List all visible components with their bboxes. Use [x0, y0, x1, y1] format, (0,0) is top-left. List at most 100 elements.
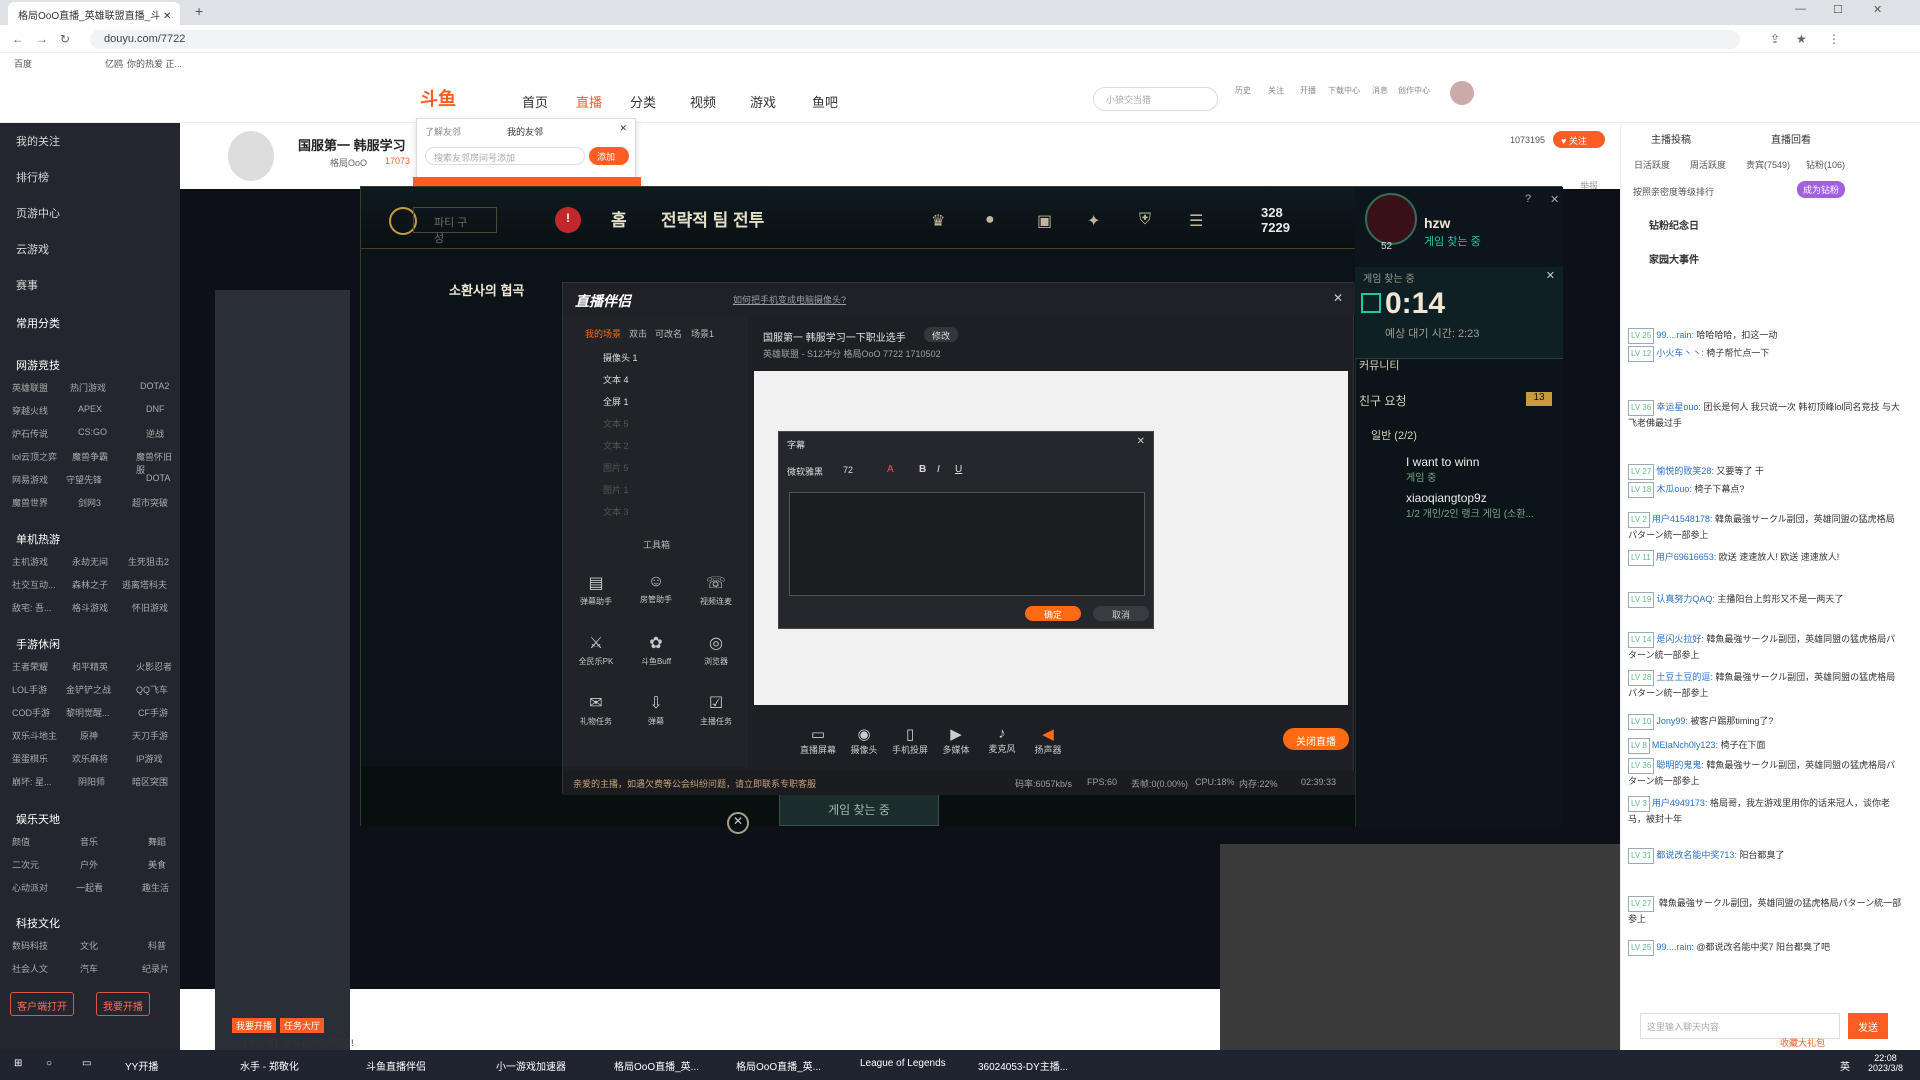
profile-avatar[interactable]	[1365, 193, 1417, 245]
chat-username[interactable]: MEIaNch0ly123:	[1652, 740, 1718, 750]
chat-top-link[interactable]: 主播投稿	[1651, 131, 1691, 146]
confirm-button[interactable]: 确定	[1025, 606, 1081, 621]
browser-tab[interactable]: 格局OoO直播_英雄联盟直播_斗 ✕	[8, 2, 180, 25]
help-icon[interactable]: ?	[1525, 193, 1531, 205]
sidebar-game[interactable]: 科普	[148, 939, 166, 952]
collection-icon[interactable]: ▣	[1037, 211, 1052, 231]
close-icon[interactable]: ✕	[1137, 436, 1145, 447]
taskbar-app[interactable]: 36024053-DY主播...	[978, 1058, 1068, 1073]
sidebar-game[interactable]: 格斗游戏	[72, 601, 108, 614]
sidebar-game[interactable]: 二次元	[12, 858, 39, 871]
sidebar-game[interactable]: 英雄联盟	[12, 381, 48, 394]
sidebar-game[interactable]: 纪录片	[142, 962, 169, 975]
sidebar-game[interactable]: COD手游	[12, 706, 50, 719]
sidebar-game[interactable]: QQ飞车	[136, 683, 168, 696]
chat-username[interactable]: 99....rain:	[1656, 942, 1694, 952]
sidebar-game[interactable]: 魔兽争霸	[72, 450, 108, 463]
sidebar-game[interactable]: 超市突破	[132, 496, 168, 509]
sidebar-game[interactable]: 一起看	[76, 881, 103, 894]
sidebar-game[interactable]: 炉石传说	[12, 427, 48, 440]
sidebar-game[interactable]: 心动派对	[12, 881, 48, 894]
sidebar-game[interactable]: 穿越火线	[12, 404, 48, 417]
mic-button[interactable]: ♪ 麦克风	[979, 725, 1025, 755]
sidebar-game[interactable]: 黎明觉醒...	[66, 706, 110, 719]
cancel-queue-icon[interactable]: ✕	[727, 812, 749, 834]
history-icon[interactable]: 历史	[1235, 85, 1251, 96]
nav-video[interactable]: 视频	[690, 92, 716, 111]
tool-browser[interactable]: ◎ 浏览器	[691, 633, 741, 667]
phone-cast-button[interactable]: ▯ 手机投屏	[887, 725, 933, 756]
chat-username[interactable]: 用户41548178:	[1652, 514, 1713, 524]
screen-capture-button[interactable]: ▭ 直播屏幕	[795, 725, 841, 756]
maximize-icon[interactable]: ☐	[1833, 3, 1843, 16]
font-size-select[interactable]: 72	[843, 465, 853, 475]
send-button[interactable]: 发送	[1848, 1013, 1888, 1039]
chat-top-link[interactable]: 直播回看	[1771, 131, 1811, 146]
sidebar-game[interactable]: 热门游戏	[70, 381, 106, 394]
sidebar-game[interactable]: 美食	[148, 858, 166, 871]
clash-icon[interactable]: ♛	[931, 211, 945, 231]
edit-title-button[interactable]: 修改	[924, 327, 958, 342]
popup-tab[interactable]: 了解友邻	[425, 125, 461, 138]
sidebar-game[interactable]: 社会人文	[12, 962, 48, 975]
url-field[interactable]: douyu.com/7722	[90, 30, 1740, 49]
sidebar-game[interactable]: LOL手游	[12, 683, 47, 696]
lol-profile[interactable]: 52 hzw 게임 찾는 중 ? ✕	[1355, 187, 1563, 267]
download-icon[interactable]: 下载中心	[1328, 85, 1360, 96]
chat-tab[interactable]: 钻粉(106)	[1806, 158, 1845, 171]
close-icon[interactable]: ✕	[1333, 291, 1343, 305]
sidebar-game[interactable]: 欢乐麻将	[72, 752, 108, 765]
tool-anchor-task[interactable]: ☑ 主播任务	[691, 693, 741, 727]
source-item[interactable]: 全屏 1	[603, 395, 629, 408]
sidebar-game[interactable]: 数码科技	[12, 939, 48, 952]
nav-yuba[interactable]: 鱼吧	[812, 92, 838, 111]
add-neighbor-button[interactable]: 添加	[589, 147, 629, 165]
sidebar-game[interactable]: 蛋蛋棋乐	[12, 752, 48, 765]
close-icon[interactable]: ✕	[1550, 193, 1559, 206]
sidebar-game[interactable]: 魔兽世界	[12, 496, 48, 509]
taskbar-app[interactable]: 斗鱼直播伴侣	[366, 1058, 426, 1073]
sidebar-item-follow[interactable]: 我的关注	[16, 133, 60, 149]
sidebar-game[interactable]: CS:GO	[78, 427, 107, 437]
sidebar-game[interactable]: 主机游戏	[12, 555, 48, 568]
loot-icon[interactable]: ✦	[1087, 211, 1100, 231]
profile-icon[interactable]: ●	[985, 211, 995, 229]
sidebar-game[interactable]: 颜值	[12, 835, 30, 848]
speaker-button[interactable]: ◀ 扬声器	[1025, 725, 1071, 756]
broadcast-icon[interactable]: 开播	[1300, 85, 1316, 96]
share-icon[interactable]: ⇪	[1770, 32, 1780, 46]
sidebar-game[interactable]: 汽车	[80, 962, 98, 975]
font-color-icon[interactable]: A	[887, 464, 894, 475]
party-input[interactable]: 파티 구성	[413, 207, 497, 245]
source-item[interactable]: 图片 5	[603, 461, 629, 474]
neighbor-search-input[interactable]: 搜索友邻房间号添加	[425, 147, 585, 165]
currency[interactable]: 328 7229	[1261, 205, 1290, 235]
become-fan-button[interactable]: 成为钻粉	[1797, 181, 1846, 198]
nav-tft-tab[interactable]: 전략적 팀 전투	[661, 206, 764, 231]
chat-username[interactable]: 都说改名能中奖713:	[1656, 850, 1737, 860]
italic-icon[interactable]: I	[937, 464, 940, 475]
tool-gift-task[interactable]: ✉ 礼物任务	[571, 693, 621, 727]
bookmark-item[interactable]: 亿鸥	[105, 57, 123, 70]
sidebar-game[interactable]: 怀旧游戏	[132, 601, 168, 614]
source-item[interactable]: 文本 2	[603, 439, 629, 452]
sidebar-game[interactable]: 森林之子	[72, 578, 108, 591]
end-stream-button[interactable]: 关闭直播	[1283, 728, 1349, 750]
chat-username[interactable]: 愉悦的败笑28:	[1656, 466, 1714, 476]
media-button[interactable]: ▶ 多媒体	[933, 725, 979, 756]
popup-tab[interactable]: 我的友邻	[507, 125, 543, 138]
sidebar-game[interactable]: 原神	[80, 729, 98, 742]
scene-tab[interactable]: 场景1	[691, 327, 714, 340]
sidebar-game[interactable]: lol云顶之弈	[12, 450, 57, 463]
friend-group[interactable]: 일반 (2/2)	[1371, 427, 1417, 443]
sidebar-game[interactable]: 舞蹈	[148, 835, 166, 848]
find-match-button[interactable]: 게임 찾는 중	[779, 790, 939, 826]
ime-indicator[interactable]: 英	[1840, 1058, 1850, 1073]
chat-username[interactable]: 是闪火拉好:	[1656, 634, 1704, 644]
back-icon[interactable]: ←	[12, 32, 24, 46]
sidebar-game[interactable]: DNF	[146, 404, 165, 414]
creator-icon[interactable]: 创作中心	[1398, 85, 1430, 96]
nav-category[interactable]: 分类	[630, 92, 656, 111]
fan-gift-link[interactable]: 收藏大礼包	[1780, 1036, 1825, 1049]
sidebar-game[interactable]: 逆战	[146, 427, 164, 440]
